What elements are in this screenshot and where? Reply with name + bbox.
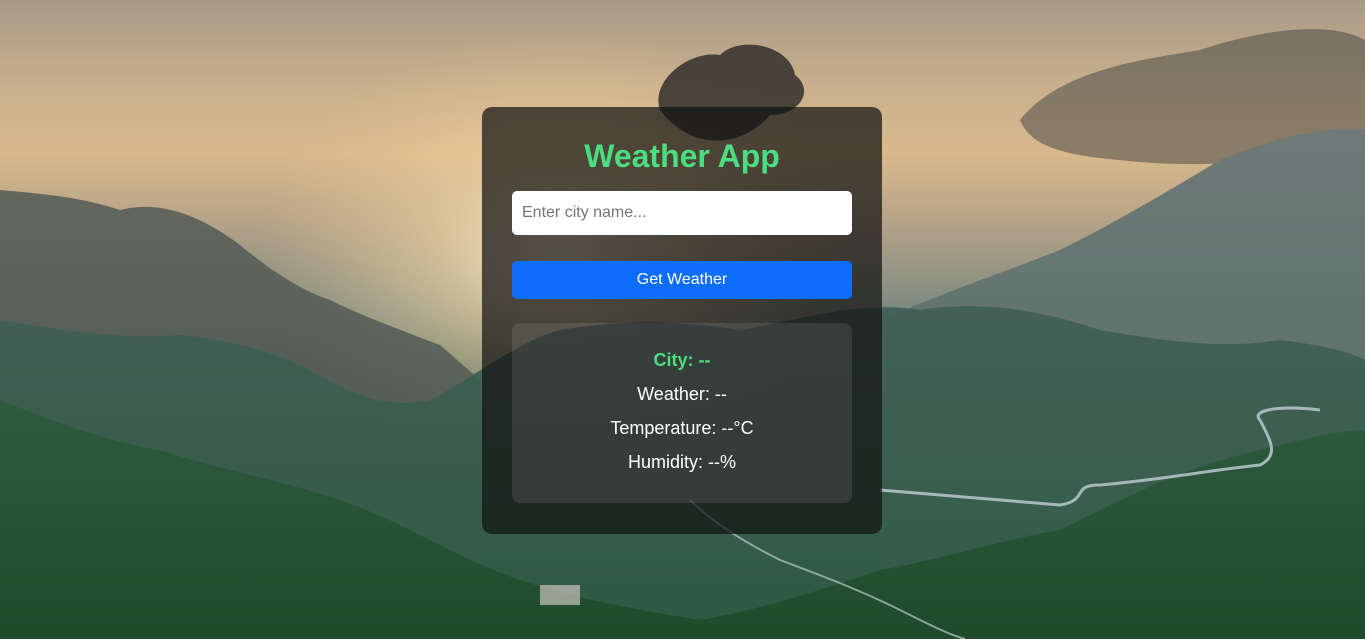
app-title: Weather App bbox=[584, 138, 780, 174]
result-weather: Weather: -- bbox=[637, 384, 727, 404]
result-city: City: -- bbox=[653, 350, 711, 370]
city-search-input[interactable] bbox=[512, 191, 852, 235]
get-weather-button[interactable]: Get Weather bbox=[512, 261, 852, 299]
weather-card: Weather App Get Weather City: -- Weather… bbox=[482, 107, 882, 534]
result-humidity: Humidity: --% bbox=[627, 452, 736, 472]
weather-result-panel: City: -- Weather: -- Temperature: --°C H… bbox=[512, 323, 852, 503]
result-temperature: Temperature: --°C bbox=[610, 418, 754, 438]
